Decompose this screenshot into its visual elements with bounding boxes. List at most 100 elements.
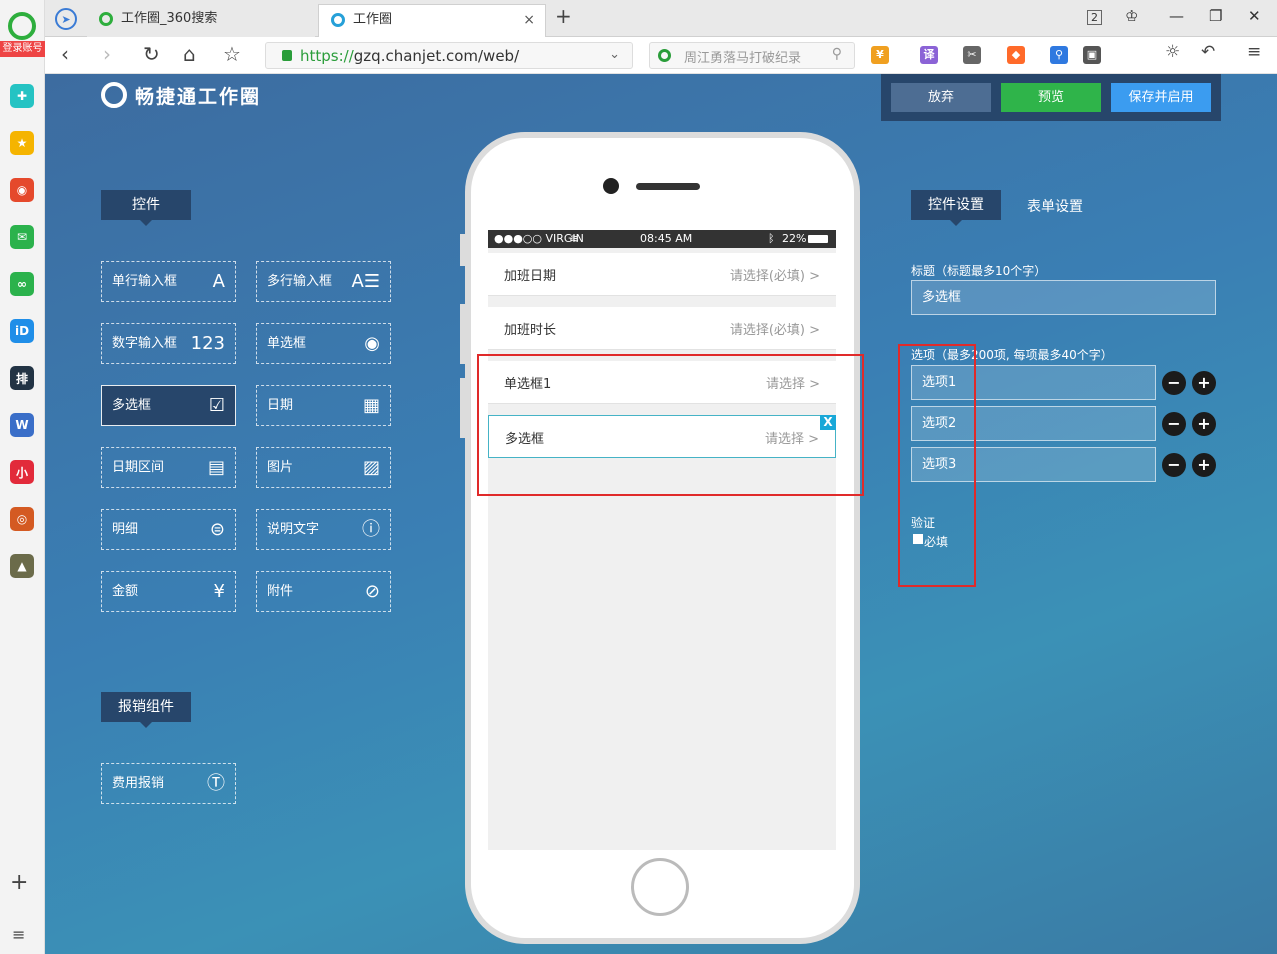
sidebar-app-icon[interactable]: 排 xyxy=(10,366,34,390)
sidebar-app-icon[interactable]: 小 xyxy=(10,460,34,484)
form-row[interactable]: 加班时长 请选择(必填) > xyxy=(488,307,836,350)
brand-logo-icon xyxy=(101,82,127,108)
remove-option-button[interactable]: − xyxy=(1162,371,1186,395)
address-bar[interactable]: https://gzq.chanjet.com/web/ ⌄ xyxy=(265,42,633,69)
control-label: 多选框 xyxy=(112,398,152,413)
highlight-box-form-rows xyxy=(477,354,864,496)
add-option-button[interactable]: + xyxy=(1192,371,1216,395)
search-icon[interactable]: ⚲ xyxy=(832,46,842,62)
discard-button[interactable]: 放弃 xyxy=(891,83,991,112)
sidebar-app-icon[interactable]: ∞ xyxy=(10,272,34,296)
phone-speaker xyxy=(636,183,700,190)
add-option-button[interactable]: + xyxy=(1192,412,1216,436)
sidebar-app-icon[interactable]: ◉ xyxy=(10,178,34,202)
add-option-button[interactable]: + xyxy=(1192,453,1216,477)
search-input[interactable]: 周江勇落马打破纪录 xyxy=(684,47,801,66)
action-bar: 放弃 预览 保存并启用 xyxy=(881,74,1221,121)
control-item[interactable]: 单选框 ◉ xyxy=(256,323,391,364)
sidebar-app-icon[interactable]: ★ xyxy=(10,131,34,155)
sidebar-app-icon[interactable]: ✉ xyxy=(10,225,34,249)
control-label: 多行输入框 xyxy=(267,274,333,289)
tab-count-badge[interactable]: 2 xyxy=(1087,10,1102,25)
sidebar-add-button[interactable]: + xyxy=(10,870,28,895)
control-item[interactable]: 说明文字 ⓘ xyxy=(256,509,391,550)
search-engine-icon xyxy=(99,12,113,26)
phone-screen: ●●●○○ VIRGIN ≋ 08:45 AM ᛒ 22% 加班日期 请选择(必填… xyxy=(488,230,836,850)
title-label: 标题（标题最多10个字） xyxy=(911,264,1047,278)
control-item[interactable]: 日期区间 ▤ xyxy=(101,447,236,488)
dropdown-chevron-icon[interactable]: ⌄ xyxy=(609,47,620,62)
extension-icon[interactable]: 译 xyxy=(920,46,938,64)
control-item[interactable]: 金额 ¥ xyxy=(101,571,236,612)
control-item[interactable]: 图片 ▨ xyxy=(256,447,391,488)
remove-option-button[interactable]: − xyxy=(1162,412,1186,436)
control-item[interactable]: 数字输入框 123 xyxy=(101,323,236,364)
number-icon: 123 xyxy=(190,333,225,354)
form-row[interactable]: 加班日期 请选择(必填) > xyxy=(488,253,836,296)
extension-icon[interactable]: ¥ xyxy=(871,46,889,64)
form-row-label: 加班日期 xyxy=(504,269,557,284)
home-icon[interactable]: ⌂ xyxy=(183,42,196,66)
radio-icon: ◉ xyxy=(364,333,380,354)
extension-icon[interactable]: ◆ xyxy=(1007,46,1025,64)
preview-button[interactable]: 预览 xyxy=(1001,83,1101,112)
save-and-enable-button[interactable]: 保存并启用 xyxy=(1111,83,1211,112)
tab-form-settings[interactable]: 表单设置 xyxy=(1027,196,1083,216)
close-window-icon[interactable]: ✕ xyxy=(1248,7,1261,25)
undo-icon[interactable]: ↶ xyxy=(1201,42,1215,62)
calendar-icon: ▦ xyxy=(362,395,380,416)
minimize-icon[interactable]: — xyxy=(1169,7,1184,25)
search-box[interactable]: 周江勇落马打破纪录 ⚲ xyxy=(649,42,855,69)
battery-icon xyxy=(808,235,828,243)
sidebar-app-icon[interactable]: ✚ xyxy=(10,84,34,108)
tab-workcircle[interactable]: 工作圈 × xyxy=(318,4,546,37)
browser-sidebar: 登录账号 ✚ ★ ◉ ✉ ∞ iD 排 W 小 ◎ ▲ + ≡ xyxy=(0,0,45,954)
form-row-label: 加班时长 xyxy=(504,323,557,338)
extension-icon[interactable]: ✂ xyxy=(963,46,981,64)
maximize-icon[interactable]: ❐ xyxy=(1209,7,1222,25)
remove-option-button[interactable]: − xyxy=(1162,453,1186,477)
extension-icon[interactable]: ▣ xyxy=(1083,46,1101,64)
sidebar-app-icon[interactable]: ◎ xyxy=(10,507,34,531)
text-icon: A xyxy=(212,271,225,292)
title-input[interactable]: 多选框 xyxy=(911,280,1216,315)
extension-icon[interactable]: ⚲ xyxy=(1050,46,1068,64)
skin-icon[interactable]: ♔ xyxy=(1125,7,1138,25)
battery-label: 22% xyxy=(782,232,807,245)
form-row-value: 请选择(必填) > xyxy=(729,269,820,284)
control-item[interactable]: 多选框 ☑ xyxy=(101,385,236,426)
control-item[interactable]: 日期 ▦ xyxy=(256,385,391,426)
sidebar-menu-icon[interactable]: ≡ xyxy=(12,925,25,944)
expense-section-title: 报销组件 xyxy=(101,692,191,728)
workcircle-icon xyxy=(331,13,345,27)
tab-close-icon[interactable]: × xyxy=(523,5,535,35)
controls-section-title: 控件 xyxy=(101,190,191,226)
control-item[interactable]: 附件 ⊘ xyxy=(256,571,391,612)
main-menu-icon[interactable]: ≡ xyxy=(1247,42,1261,62)
control-item[interactable]: 明细 ⊜ xyxy=(101,509,236,550)
control-label: 附件 xyxy=(267,584,294,599)
login-badge[interactable]: 登录账号 xyxy=(0,41,45,57)
wifi-icon: ≋ xyxy=(570,232,580,245)
settings-sun-icon[interactable]: ☼ xyxy=(1165,42,1180,62)
multiline-text-icon: A☰ xyxy=(351,271,380,292)
reload-icon[interactable]: ↻ xyxy=(143,42,160,66)
control-item[interactable]: 多行输入框 A☰ xyxy=(256,261,391,302)
sidebar-app-icon[interactable]: W xyxy=(10,413,34,437)
control-item[interactable]: 费用报销 Ⓣ xyxy=(101,763,236,804)
sidebar-app-icon[interactable]: iD xyxy=(10,319,34,343)
new-tab-button[interactable]: + xyxy=(555,4,572,28)
lock-icon xyxy=(282,50,292,61)
back-icon[interactable]: ‹ xyxy=(61,42,69,66)
tab-label: 工作圈 xyxy=(353,12,393,27)
tab-search[interactable]: 工作圈_360搜索 xyxy=(87,4,315,37)
tab-control-settings[interactable]: 控件设置 xyxy=(911,190,1001,226)
browser-logo-icon[interactable] xyxy=(8,12,36,40)
sidebar-app-icon[interactable]: ▲ xyxy=(10,554,34,578)
control-item[interactable]: 单行输入框 A xyxy=(101,261,236,302)
forward-icon[interactable]: › xyxy=(103,42,111,66)
bookmark-star-icon[interactable]: ☆ xyxy=(223,42,241,66)
url-text[interactable]: https://gzq.chanjet.com/web/ xyxy=(300,47,519,65)
navigation-icon[interactable]: ➤ xyxy=(55,8,77,30)
bluetooth-icon: ᛒ xyxy=(768,232,775,245)
